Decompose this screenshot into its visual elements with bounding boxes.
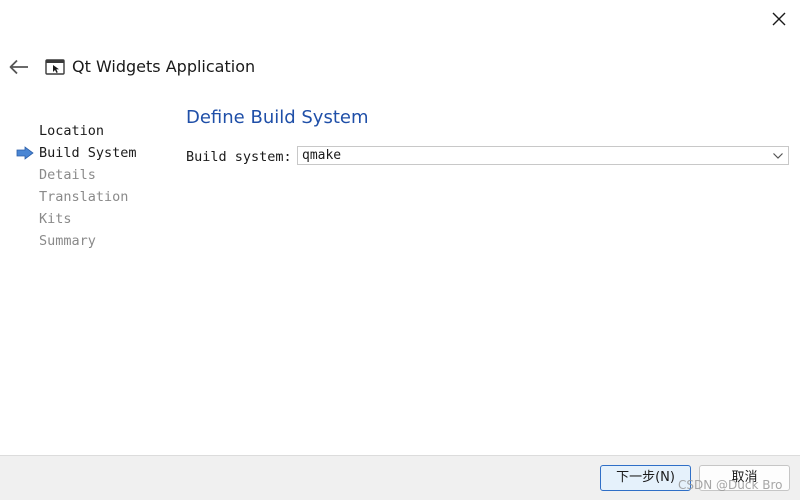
next-button[interactable]: 下一步(N) xyxy=(600,465,691,491)
step-build-system: Build System xyxy=(16,142,166,164)
close-button[interactable] xyxy=(764,4,794,34)
build-system-label: Build system: xyxy=(186,149,292,165)
step-translation: Translation xyxy=(16,186,166,208)
window-title: Qt Widgets Application xyxy=(72,57,256,76)
step-details: Details xyxy=(16,164,166,186)
build-system-select[interactable]: qmake xyxy=(297,146,789,165)
step-label: Build System xyxy=(39,145,137,161)
step-label: Location xyxy=(39,123,105,139)
close-icon xyxy=(772,12,786,26)
back-button[interactable] xyxy=(6,54,32,80)
button-bar: 下一步(N) 取消 xyxy=(0,455,800,500)
step-label: Summary xyxy=(39,233,96,249)
current-step-arrow-icon xyxy=(16,146,34,160)
step-kits: Kits xyxy=(16,208,166,230)
arrow-left-icon xyxy=(9,59,28,75)
page-title: Define Build System xyxy=(186,107,369,128)
step-label: Details xyxy=(39,167,96,183)
step-label: Kits xyxy=(39,211,72,227)
wizard-window: Qt Widgets Application Location Build Sy… xyxy=(0,0,800,500)
qt-widgets-application-icon xyxy=(45,59,65,75)
step-label: Translation xyxy=(39,189,129,205)
wizard-steps: Location Build System Details Translatio… xyxy=(16,120,166,252)
cancel-button[interactable]: 取消 xyxy=(699,465,790,491)
step-summary: Summary xyxy=(16,230,166,252)
chevron-down-icon xyxy=(773,153,783,159)
step-location: Location xyxy=(16,120,166,142)
build-system-value: qmake xyxy=(302,148,342,163)
